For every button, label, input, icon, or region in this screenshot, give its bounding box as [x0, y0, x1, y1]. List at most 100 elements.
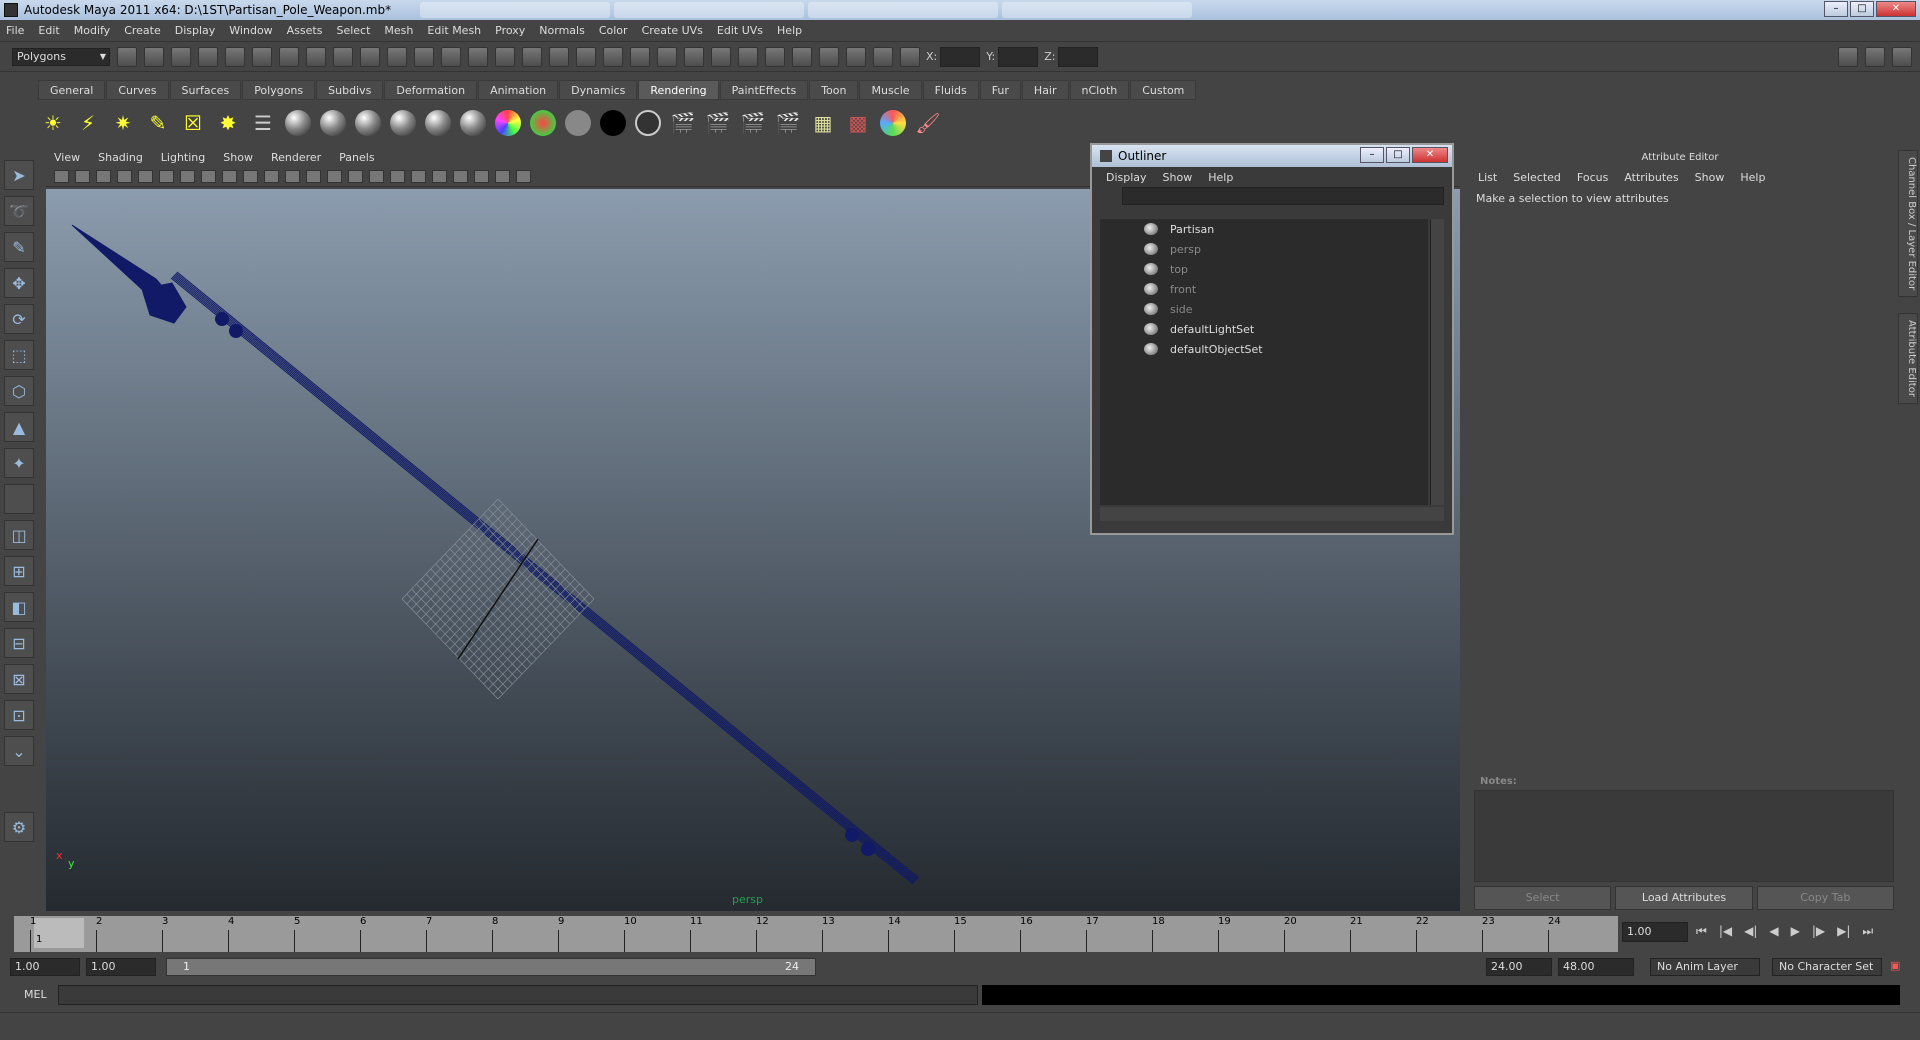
mel-label[interactable]: MEL	[24, 988, 47, 1001]
menu-set-dropdown[interactable]: Polygons	[12, 47, 110, 66]
tab-hair[interactable]: Hair	[1021, 80, 1069, 100]
x-field[interactable]	[940, 46, 981, 67]
show-tool-settings-icon[interactable]	[1865, 46, 1885, 67]
menu-edit-mesh[interactable]: Edit Mesh	[427, 24, 481, 37]
open-scene-icon[interactable]	[144, 46, 164, 67]
menu-create-uvs[interactable]: Create UVs	[642, 24, 703, 37]
lambert-sphere-icon[interactable]	[283, 108, 313, 138]
lock-selection-icon[interactable]	[522, 46, 542, 67]
tab-muscle[interactable]: Muscle	[859, 80, 922, 100]
outliner-titlebar[interactable]: Outliner – □ ✕	[1092, 145, 1452, 167]
outliner-horizontal-scrollbar[interactable]	[1100, 507, 1444, 521]
camera-select-icon[interactable]	[54, 170, 69, 183]
shadows-icon[interactable]	[432, 170, 447, 183]
outliner-item-partisan[interactable]: Partisan	[1100, 219, 1428, 239]
tab-rendering[interactable]: Rendering	[638, 80, 719, 100]
render-frame-clapper-icon[interactable]: 🎬	[703, 108, 733, 138]
tab-fur[interactable]: Fur	[979, 80, 1021, 100]
smooth-shade-icon[interactable]	[327, 170, 342, 183]
select-dynamics-icon[interactable]	[441, 46, 461, 67]
select-misc-icon[interactable]	[495, 46, 515, 67]
step-back-frame-icon[interactable]: ◀|	[1744, 924, 1757, 939]
ae-menu-list[interactable]: List	[1478, 171, 1497, 184]
tab-painteffects[interactable]: PaintEffects	[719, 80, 809, 100]
default-lighting-icon[interactable]	[390, 170, 405, 183]
single-perspective-layout-icon[interactable]: ◫	[4, 520, 34, 550]
load-attributes-button[interactable]: Load Attributes	[1615, 886, 1753, 910]
xray-joints-icon[interactable]	[495, 170, 510, 183]
ipr-render-icon[interactable]	[846, 46, 866, 67]
output-ops-icon[interactable]	[738, 46, 758, 67]
outliner-item-default-object-set[interactable]: defaultObjectSet	[1100, 339, 1428, 359]
persp-graph-layout-icon[interactable]: ⊟	[4, 628, 34, 658]
playback-start-field[interactable]: 1.00	[86, 958, 156, 976]
transform-field-mode-icon[interactable]	[900, 46, 920, 67]
textured-icon[interactable]	[369, 170, 384, 183]
tab-general[interactable]: General	[38, 80, 106, 100]
menu-modify[interactable]: Modify	[74, 24, 110, 37]
character-set-dropdown[interactable]: No Character Set	[1772, 958, 1882, 976]
hypershade-icon[interactable]: ☰	[248, 108, 278, 138]
menu-edit[interactable]: Edit	[38, 24, 59, 37]
render-settings-clapper-icon[interactable]: 🎬	[773, 108, 803, 138]
outliner-menu-show[interactable]: Show	[1163, 171, 1193, 184]
menu-proxy[interactable]: Proxy	[495, 24, 525, 37]
channel-box-tab[interactable]: Channel Box / Layer Editor	[1898, 150, 1918, 298]
auto-key-icon[interactable]: ▣	[1890, 959, 1900, 972]
ramp-shader-color-icon[interactable]	[528, 108, 558, 138]
range-slider-bar[interactable]: 1 24	[166, 958, 816, 976]
outliner-menu-display[interactable]: Display	[1106, 171, 1147, 184]
new-scene-icon[interactable]	[117, 46, 137, 67]
step-forward-frame-icon[interactable]: |▶	[1812, 924, 1825, 939]
persp-trax-layout-icon[interactable]: ⊡	[4, 700, 34, 730]
ramp-shader-icon[interactable]	[493, 108, 523, 138]
command-input[interactable]	[58, 985, 978, 1005]
snap-grid-icon[interactable]	[576, 46, 596, 67]
safe-action-icon[interactable]	[264, 170, 279, 183]
z-field[interactable]	[1058, 46, 1099, 67]
paint-brush-icon[interactable]: 🖌	[913, 108, 943, 138]
show-channel-box-icon[interactable]	[1892, 46, 1912, 67]
lasso-tool-icon[interactable]: ➰	[4, 196, 34, 226]
mask-dropdown-icon[interactable]	[279, 46, 299, 67]
paint-select-tool-icon[interactable]: ✎	[4, 232, 34, 262]
maximize-button[interactable]: □	[1850, 1, 1874, 17]
outliner-item-persp[interactable]: persp	[1100, 239, 1428, 259]
point-light-icon[interactable]: ✷	[108, 108, 138, 138]
shading-map-icon[interactable]	[633, 108, 663, 138]
select-rendering-icon[interactable]	[468, 46, 488, 67]
all-lights-icon[interactable]	[411, 170, 426, 183]
tab-surfaces[interactable]: Surfaces	[169, 80, 242, 100]
four-view-layout-icon[interactable]: ⊞	[4, 556, 34, 586]
menu-file[interactable]: File	[6, 24, 24, 37]
gate-mask-icon[interactable]	[222, 170, 237, 183]
layout-expand-icon[interactable]: ⌄	[4, 736, 34, 766]
tab-animation[interactable]: Animation	[478, 80, 559, 100]
select-button[interactable]: Select	[1474, 886, 1612, 910]
select-component-icon[interactable]	[252, 46, 272, 67]
animation-end-field[interactable]: 48.00	[1558, 958, 1634, 976]
menu-display[interactable]: Display	[175, 24, 216, 37]
scale-tool-icon[interactable]: ⬚	[4, 340, 34, 370]
layered-shader-icon[interactable]	[458, 108, 488, 138]
image-plane-icon[interactable]	[117, 170, 132, 183]
outliner-vertical-scrollbar[interactable]	[1430, 219, 1444, 505]
volume-light-icon[interactable]: ✸	[213, 108, 243, 138]
viewport-menu-panels[interactable]: Panels	[339, 151, 374, 164]
render-layer-icon[interactable]: ▩	[843, 108, 873, 138]
go-to-end-icon[interactable]: ⏭	[1862, 924, 1873, 939]
film-gate-icon[interactable]	[180, 170, 195, 183]
anim-layer-dropdown[interactable]: No Anim Layer	[1650, 958, 1760, 976]
menu-select[interactable]: Select	[336, 24, 370, 37]
ae-menu-attributes[interactable]: Attributes	[1624, 171, 1678, 184]
menu-create[interactable]: Create	[124, 24, 161, 37]
menu-help[interactable]: Help	[777, 24, 802, 37]
select-handles-icon[interactable]	[306, 46, 326, 67]
tab-deformation[interactable]: Deformation	[384, 80, 478, 100]
outliner-close-button[interactable]: ✕	[1412, 147, 1448, 163]
outliner-item-front[interactable]: front	[1100, 279, 1428, 299]
tab-ncloth[interactable]: nCloth	[1069, 80, 1130, 100]
ae-menu-focus[interactable]: Focus	[1577, 171, 1608, 184]
snap-point-icon[interactable]	[630, 46, 650, 67]
tab-dynamics[interactable]: Dynamics	[559, 80, 638, 100]
